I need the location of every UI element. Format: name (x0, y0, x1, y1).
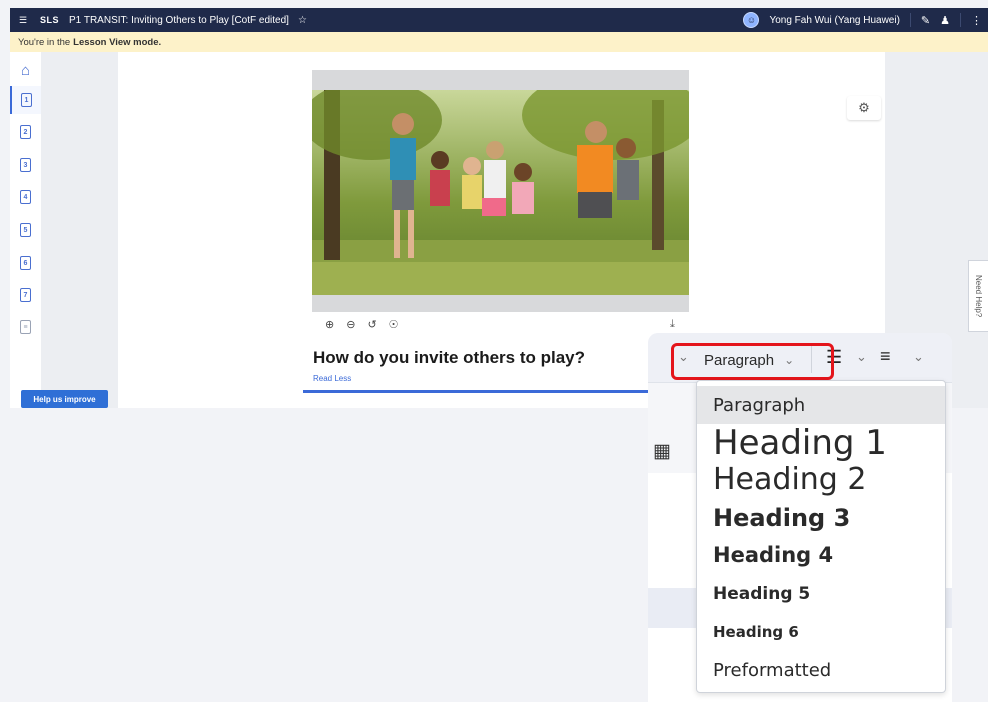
top-bar-right: ☺ Yong Fah Wui (Yang Huawei) ✎ ♟ ⋮ (743, 12, 988, 28)
format-option-heading-5[interactable]: Heading 5 (697, 577, 945, 611)
activity-headline: How do you invite others to play? (313, 348, 586, 367)
chevron-down-icon[interactable]: ⌄ (856, 349, 867, 365)
left-gutter (41, 52, 118, 408)
page-icon: 3 (20, 158, 31, 172)
rail-page-5[interactable]: 5 (10, 216, 41, 244)
format-option-heading-3[interactable]: Heading 3 (697, 499, 945, 537)
image-toolbar: ⊕ ⊖ ↺ ☉ (325, 318, 399, 331)
page-icon: 2 (20, 125, 31, 139)
divider (960, 13, 961, 27)
chevron-down-icon[interactable]: ⌄ (913, 349, 924, 365)
lesson-title: P1 TRANSIT: Inviting Others to Play [Cot… (69, 14, 289, 26)
page-icon: 5 (20, 223, 31, 237)
rail-page-1[interactable]: 1 (10, 86, 41, 114)
divider (909, 13, 911, 27)
top-bar: ☰ SLS P1 TRANSIT: Inviting Others to Pla… (10, 8, 988, 32)
user-name[interactable]: Yong Fah Wui (Yang Huawei) (769, 15, 899, 26)
page-icon: 1 (21, 93, 32, 107)
sls-logo[interactable]: SLS (40, 15, 59, 25)
rail-page-2[interactable]: 2 (10, 118, 41, 146)
favourite-star-icon[interactable]: ☆ (298, 15, 307, 26)
children-playing-photo (312, 90, 689, 295)
help-us-improve-button[interactable]: Help us improve (21, 390, 108, 408)
page-icon: 4 (20, 190, 31, 204)
image-settings-icon[interactable]: ☉ (389, 318, 399, 331)
app-menu-icon[interactable]: ☰ (16, 14, 30, 26)
more-options-icon[interactable]: ⋮ (971, 14, 982, 27)
zoom-out-icon[interactable]: ⊖ (346, 318, 355, 331)
share-people-icon[interactable]: ♟ (940, 14, 950, 27)
photo-illustration (312, 90, 689, 295)
page-icon: 7 (20, 288, 31, 302)
rail-page-6[interactable]: 6 (10, 249, 41, 277)
page-icon: 6 (20, 256, 31, 270)
need-help-tab[interactable]: Need Help? (968, 260, 988, 332)
page-navigation-rail: ⌂ 1 2 3 4 5 6 7 ≡ (10, 52, 41, 408)
read-less-link[interactable]: Read Less (313, 374, 351, 383)
format-option-preformatted[interactable]: Preformatted (697, 653, 945, 687)
rotate-icon[interactable]: ↺ (367, 318, 376, 331)
rail-page-7[interactable]: 7 (10, 281, 41, 309)
accessibility-settings-icon[interactable]: ⚙ (847, 96, 881, 120)
edit-pencil-icon[interactable]: ✎ (921, 14, 930, 27)
progress-underline (303, 390, 699, 393)
highlight-box (671, 343, 834, 380)
rail-page-4[interactable]: 4 (10, 183, 41, 211)
need-help-label: Need Help? (974, 274, 983, 318)
mode-banner: You're in the Lesson View mode. (10, 32, 988, 52)
document-icon: ≡ (20, 320, 31, 334)
block-format-dropdown: Paragraph Heading 1 Heading 2 Heading 3 … (696, 380, 946, 693)
banner-prefix: You're in the (18, 36, 71, 48)
insert-image-icon[interactable]: ▦ (653, 440, 671, 463)
rail-home[interactable]: ⌂ (10, 56, 41, 84)
top-bar-left: ☰ SLS P1 TRANSIT: Inviting Others to Pla… (10, 14, 307, 26)
bulleted-list-icon[interactable]: ≡ (880, 346, 891, 367)
download-icon[interactable]: ⤓ (670, 318, 675, 331)
rail-document[interactable]: ≡ (10, 313, 41, 341)
home-icon: ⌂ (20, 61, 31, 79)
format-option-heading-2[interactable]: Heading 2 (697, 459, 945, 499)
format-option-heading-4[interactable]: Heading 4 (697, 537, 945, 573)
banner-mode: Lesson View mode. (73, 36, 162, 48)
format-option-heading-6[interactable]: Heading 6 (697, 615, 945, 649)
zoom-in-icon[interactable]: ⊕ (325, 318, 334, 331)
user-avatar[interactable]: ☺ (743, 12, 760, 28)
rail-page-3[interactable]: 3 (10, 151, 41, 179)
format-option-paragraph[interactable]: Paragraph (697, 386, 945, 424)
